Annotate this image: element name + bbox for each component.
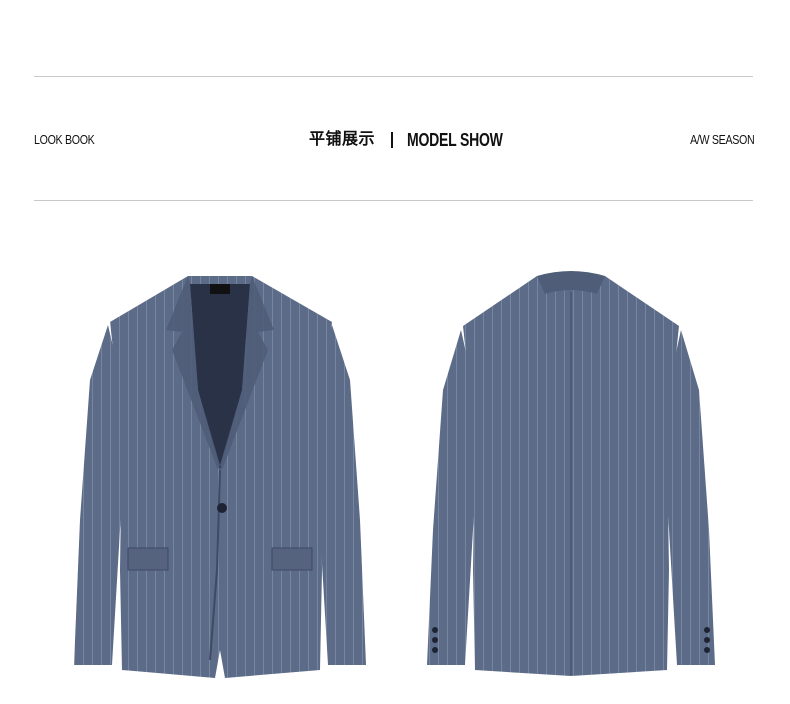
season-label: A/W SEASON <box>689 132 755 147</box>
jacket-back-image <box>425 270 717 680</box>
top-divider <box>34 76 753 77</box>
title-separator <box>391 132 394 148</box>
section-header: LOOK BOOK 平铺展示 MODEL SHOW A/W SEASON <box>34 128 754 152</box>
jacket-back-icon <box>427 271 715 676</box>
section-title: 平铺展示 MODEL SHOW <box>309 128 530 152</box>
look-book-label: LOOK BOOK <box>34 132 95 147</box>
section-title-en: MODEL SHOW <box>407 130 503 150</box>
jacket-front-image <box>70 270 370 680</box>
section-title-cn: 平铺展示 <box>309 131 376 148</box>
jacket-front-icon <box>74 276 366 678</box>
bottom-divider <box>34 200 753 201</box>
